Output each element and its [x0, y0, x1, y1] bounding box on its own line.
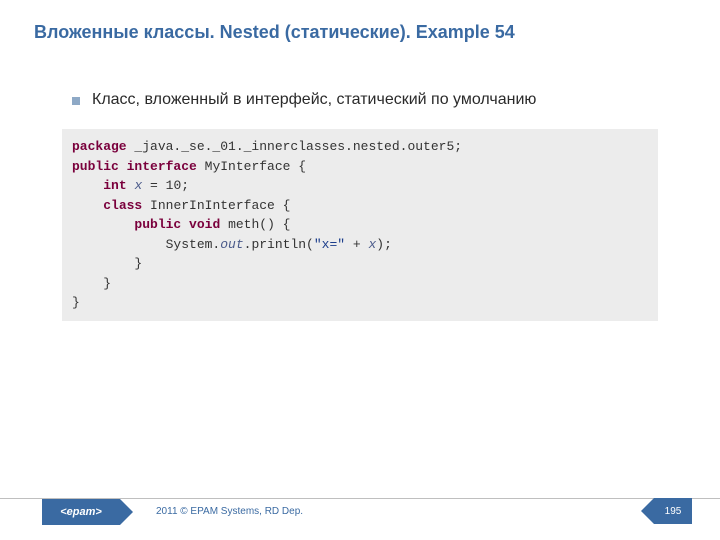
keyword-void: void [189, 217, 220, 232]
epam-logo: <epam> [42, 499, 120, 525]
code-text: System. [72, 237, 220, 252]
code-text: InnerInInterface { [142, 198, 290, 213]
bullet-item: Класс, вложенный в интерфейс, статически… [0, 43, 720, 109]
code-text: ); [376, 237, 392, 252]
bullet-text: Класс, вложенный в интерфейс, статически… [92, 91, 536, 109]
keyword-class: class [103, 198, 142, 213]
code-text: + [345, 237, 368, 252]
code-block: package _java._se._01._innerclasses.nest… [62, 129, 658, 321]
code-text: meth() { [220, 217, 290, 232]
field-out: out [220, 237, 243, 252]
code-text: } [72, 295, 80, 310]
copyright: 2011 © EPAM Systems, RD Dep. [156, 506, 303, 517]
string-literal: "x=" [314, 237, 345, 252]
keyword-interface: interface [127, 159, 197, 174]
keyword-package: package [72, 139, 127, 154]
bullet-marker [72, 97, 80, 105]
keyword-int: int [103, 178, 126, 193]
slide-title: Вложенные классы. Nested (статические). … [0, 0, 720, 43]
keyword-public: public [134, 217, 181, 232]
code-text: } [72, 276, 111, 291]
code-text: } [72, 256, 142, 271]
code-text: = 10; [142, 178, 189, 193]
keyword-public: public [72, 159, 119, 174]
code-text: MyInterface { [197, 159, 306, 174]
code-text: .println( [244, 237, 314, 252]
footer: <epam> 2011 © EPAM Systems, RD Dep. 195 [0, 498, 720, 524]
code-text: _java._se._01._innerclasses.nested.outer… [127, 139, 462, 154]
page-number: 195 [654, 498, 692, 524]
